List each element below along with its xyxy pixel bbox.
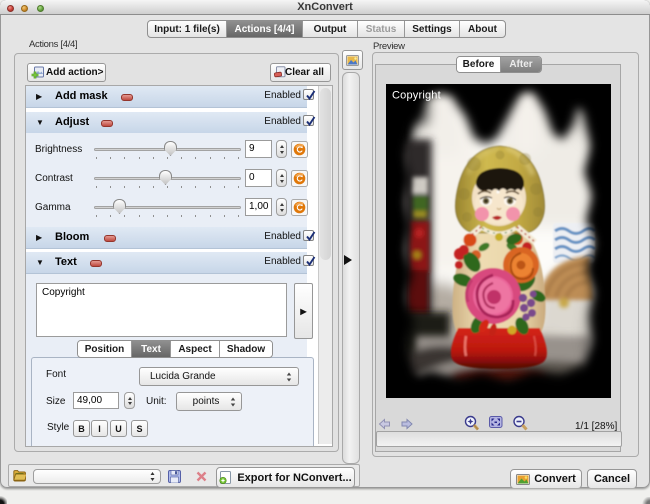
svg-text:Copyright: Copyright [392,90,441,102]
